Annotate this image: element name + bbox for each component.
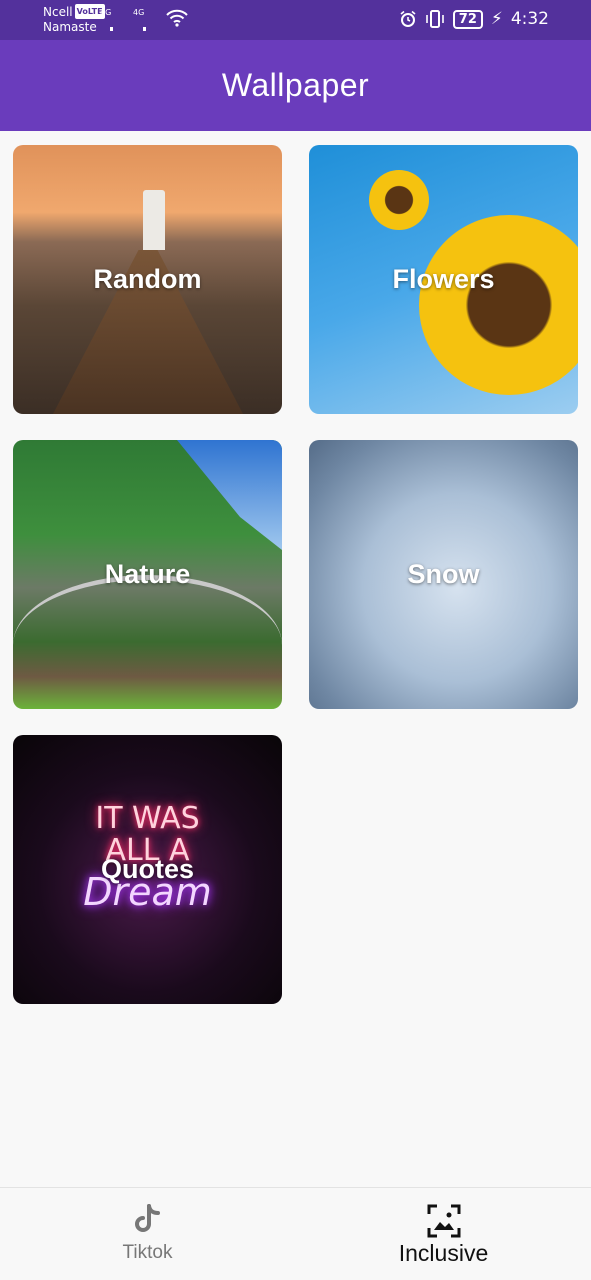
category-label: Quotes bbox=[100, 854, 194, 884]
sunflower-image bbox=[369, 170, 429, 230]
tiktok-icon bbox=[134, 1204, 160, 1232]
wallpaper-icon bbox=[427, 1204, 460, 1238]
status-right: 72 ⚡ 4:32 bbox=[399, 8, 549, 30]
category-label: Flowers bbox=[392, 264, 495, 294]
vibrate-icon bbox=[425, 10, 444, 28]
app-bar: Wallpaper bbox=[0, 40, 591, 131]
carrier-info: Ncell VoLTE Namaste bbox=[43, 4, 105, 35]
sky-image bbox=[177, 440, 282, 550]
battery-indicator: 72 bbox=[452, 9, 483, 29]
status-bar: Ncell VoLTE Namaste 4G 4G 72 ⚡ 4:32 bbox=[0, 0, 591, 88]
carrier-name-secondary: Namaste bbox=[43, 20, 97, 34]
nav-item-inclusive[interactable]: Inclusive bbox=[296, 1188, 591, 1280]
alarm-icon bbox=[400, 10, 416, 27]
category-tile-quotes[interactable]: IT WAS ALL A Dream Quotes bbox=[13, 735, 282, 1004]
category-tile-random[interactable]: Random bbox=[13, 145, 282, 414]
category-label: Snow bbox=[407, 559, 480, 589]
wifi-icon bbox=[166, 9, 188, 27]
category-tile-nature[interactable]: Nature bbox=[13, 440, 282, 709]
category-label: Nature bbox=[104, 559, 191, 589]
nav-item-tiktok[interactable]: Tiktok bbox=[0, 1188, 295, 1280]
carrier-name: Ncell bbox=[43, 5, 73, 19]
clock: 4:32 bbox=[510, 9, 549, 29]
charging-icon: ⚡ bbox=[490, 9, 503, 29]
nav-label: Inclusive bbox=[398, 1240, 489, 1266]
sunflower-image bbox=[419, 215, 578, 395]
page-title: Wallpaper bbox=[221, 67, 370, 103]
category-tile-snow[interactable]: Snow bbox=[309, 440, 578, 709]
category-tile-flowers[interactable]: Flowers bbox=[309, 145, 578, 414]
nav-label: Tiktok bbox=[122, 1242, 173, 1263]
category-label: Random bbox=[93, 264, 202, 294]
lighthouse-image bbox=[143, 190, 165, 250]
bottom-navigation: Tiktok Inclusive bbox=[0, 1187, 591, 1280]
